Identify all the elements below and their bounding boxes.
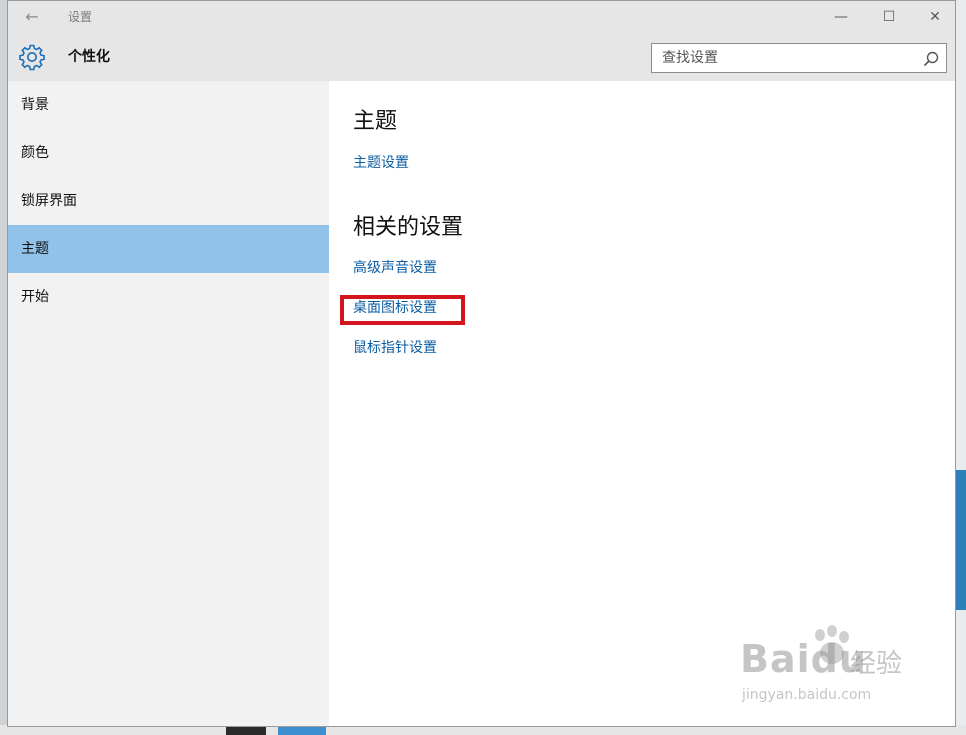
close-button[interactable]: ✕ — [912, 1, 955, 33]
sidebar-item-colors[interactable]: 颜色 — [8, 129, 329, 177]
sidebar: 背景 颜色 锁屏界面 主题 开始 — [8, 81, 329, 726]
maximize-button[interactable]: ☐ — [866, 1, 912, 33]
minimize-button[interactable]: — — [818, 1, 864, 33]
search-icon[interactable] — [922, 50, 940, 68]
settings-window: ← 设置 — ☐ ✕ 个性化 背景 颜色 锁屏界面 主题 开始 主题 主题设置 — [7, 0, 956, 727]
desktop-icon-settings-link[interactable]: 桌面图标设置 — [353, 297, 437, 317]
gear-icon — [19, 44, 45, 71]
advanced-sound-settings-link[interactable]: 高级声音设置 — [353, 257, 437, 277]
watermark: Baidu 经验 jingyan.baidu.com — [740, 625, 920, 715]
title-bar: ← 设置 — ☐ ✕ — [8, 1, 955, 33]
page-title: 个性化 — [68, 49, 110, 65]
sidebar-item-background[interactable]: 背景 — [8, 81, 329, 129]
watermark-url: jingyan.baidu.com — [742, 687, 872, 703]
mouse-pointer-settings-link[interactable]: 鼠标指针设置 — [353, 337, 437, 357]
search-box[interactable] — [651, 43, 947, 73]
section-heading-theme: 主题 — [353, 109, 398, 134]
sidebar-item-lock-screen[interactable]: 锁屏界面 — [8, 177, 329, 225]
sidebar-item-start[interactable]: 开始 — [8, 273, 329, 321]
search-input[interactable] — [652, 44, 912, 72]
section-heading-related: 相关的设置 — [353, 215, 464, 240]
back-arrow-icon[interactable]: ← — [20, 5, 44, 29]
background-desktop-edge — [956, 0, 966, 735]
background-blue-tile — [956, 470, 966, 610]
theme-settings-link[interactable]: 主题设置 — [353, 152, 409, 172]
watermark-brand: Baidu — [740, 637, 867, 681]
sidebar-item-themes[interactable]: 主题 — [8, 225, 329, 273]
window-title: 设置 — [68, 10, 93, 24]
watermark-cn: 经验 — [850, 649, 903, 679]
page-header: 个性化 — [8, 33, 955, 81]
